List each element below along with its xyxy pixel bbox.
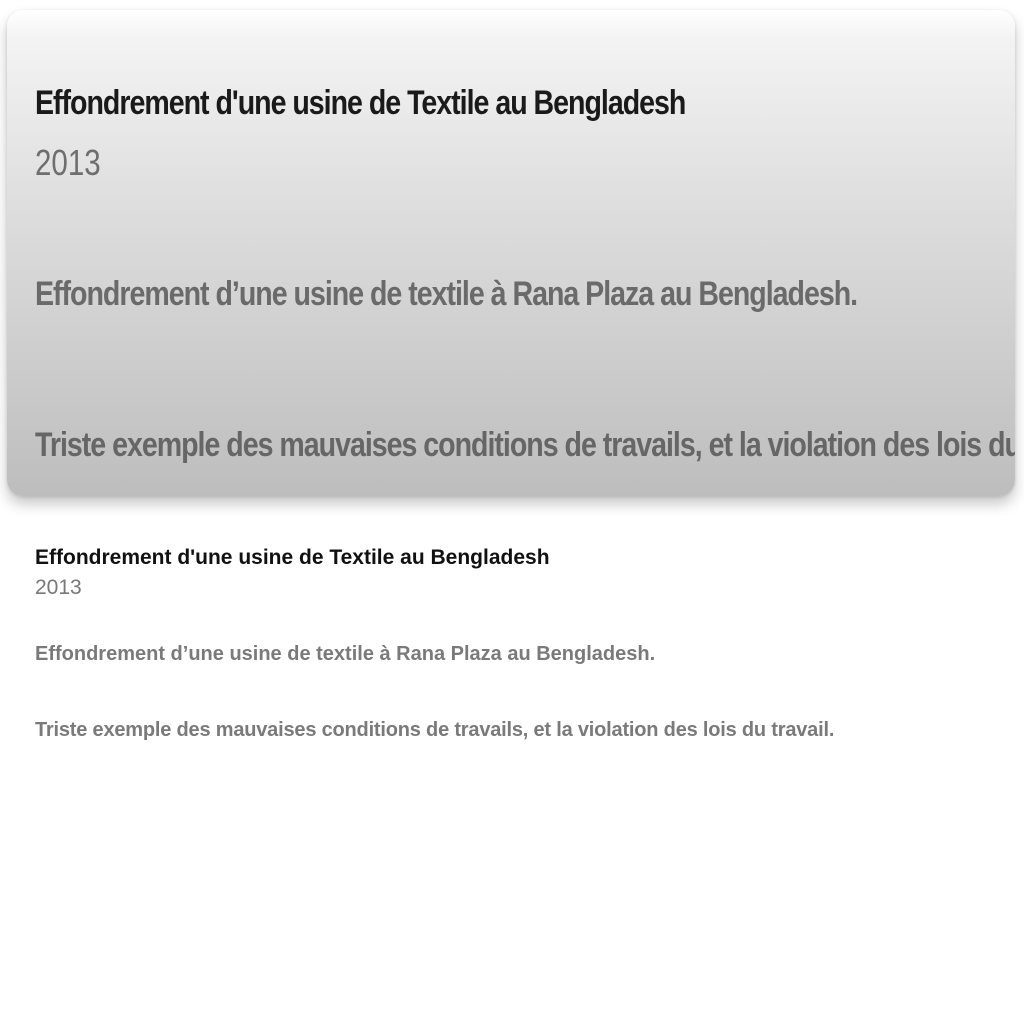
card-title: Effondrement d'une usine de Textile au B…	[35, 84, 686, 122]
details-year: 2013	[35, 576, 82, 599]
details-description-1: Effondrement d’une usine de textile à Ra…	[35, 643, 656, 665]
details-title: Effondrement d'une usine de Textile au B…	[35, 546, 550, 569]
event-card[interactable]: Effondrement d'une usine de Textile au B…	[7, 10, 1015, 496]
card-description-2: Triste exemple des mauvaises conditions …	[35, 426, 1015, 464]
card-description-1: Effondrement d’une usine de textile à Ra…	[35, 275, 858, 313]
details-description-2: Triste exemple des mauvaises conditions …	[35, 719, 835, 741]
event-details: Effondrement d'une usine de Textile au B…	[35, 544, 1005, 744]
card-year: 2013	[35, 142, 101, 183]
